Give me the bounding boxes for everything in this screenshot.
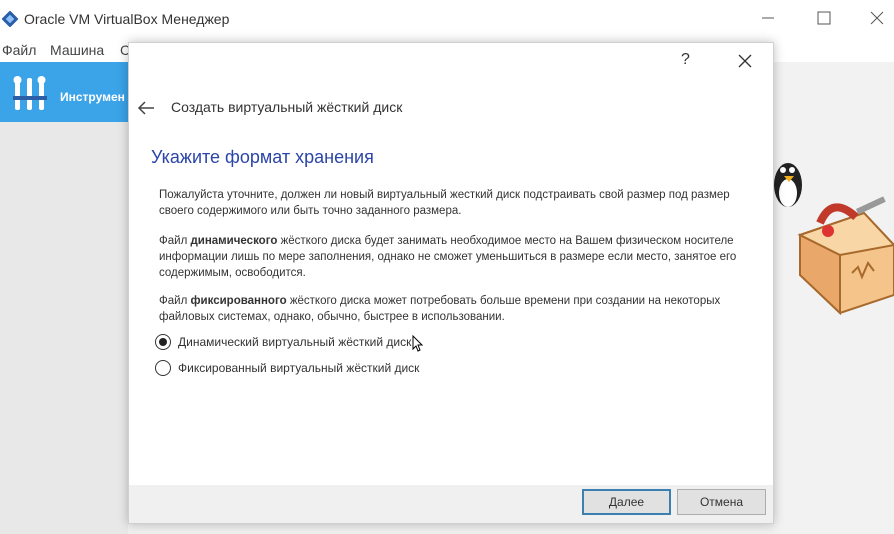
machine-list-area [0,122,128,534]
virtualbox-logo-icon [2,11,18,27]
dynamic-prefix: Файл [159,235,191,247]
cancel-button[interactable]: Отмена [677,489,766,515]
fixed-prefix: Файл [159,295,191,307]
radio-dynamic-option[interactable]: Динамический виртуальный жёсткий диск [155,333,411,351]
main-window-titlebar: Oracle VM VirtualBox Менеджер [0,0,894,40]
radio-dynamic[interactable] [155,334,171,350]
dialog-footer: Далее Отмена [129,485,773,523]
close-icon[interactable] [867,8,887,28]
help-button[interactable]: ? [681,51,690,69]
radio-fixed-option[interactable]: Фиксированный виртуальный жёсткий диск [155,359,419,377]
menu-machine[interactable]: Машина [50,42,104,58]
menu-file[interactable]: Файл [2,42,36,58]
radio-dynamic-label[interactable]: Динамический виртуальный жёсткий диск [178,335,411,349]
next-button[interactable]: Далее [582,489,671,515]
minimize-icon[interactable] [758,8,778,28]
fixed-bold-word: фиксированного [190,295,287,307]
dynamic-bold-word: динамического [190,235,278,247]
app-title: Oracle VM VirtualBox Менеджер [24,11,230,27]
close-icon[interactable] [735,51,755,71]
fixed-description: Файл фиксированного жёсткого диска может… [159,293,759,325]
radio-fixed[interactable] [155,360,171,376]
back-arrow-icon[interactable] [137,101,155,115]
tools-icon [13,76,47,110]
radio-fixed-label[interactable]: Фиксированный виртуальный жёсткий диск [178,361,419,375]
dialog-titlebar: ? [129,43,773,79]
tools-label: Инструмен [60,90,125,104]
linux-mascot-icon [774,163,894,315]
dialog-content: Создать виртуальный жёсткий диск Укажите… [129,79,773,485]
description-paragraph: Пожалуйста уточните, должен ли новый вир… [159,189,730,217]
wizard-title: Создать виртуальный жёсткий диск [171,99,403,115]
create-disk-dialog: ? Создать виртуальный жёсткий диск Укажи… [128,42,774,524]
maximize-icon[interactable] [814,8,834,28]
tools-panel[interactable]: Инструмен [0,62,128,122]
mouse-cursor-icon [412,335,424,352]
dynamic-description: Файл динамического жёсткого диска будет … [159,233,759,281]
page-heading: Укажите формат хранения [151,147,374,167]
